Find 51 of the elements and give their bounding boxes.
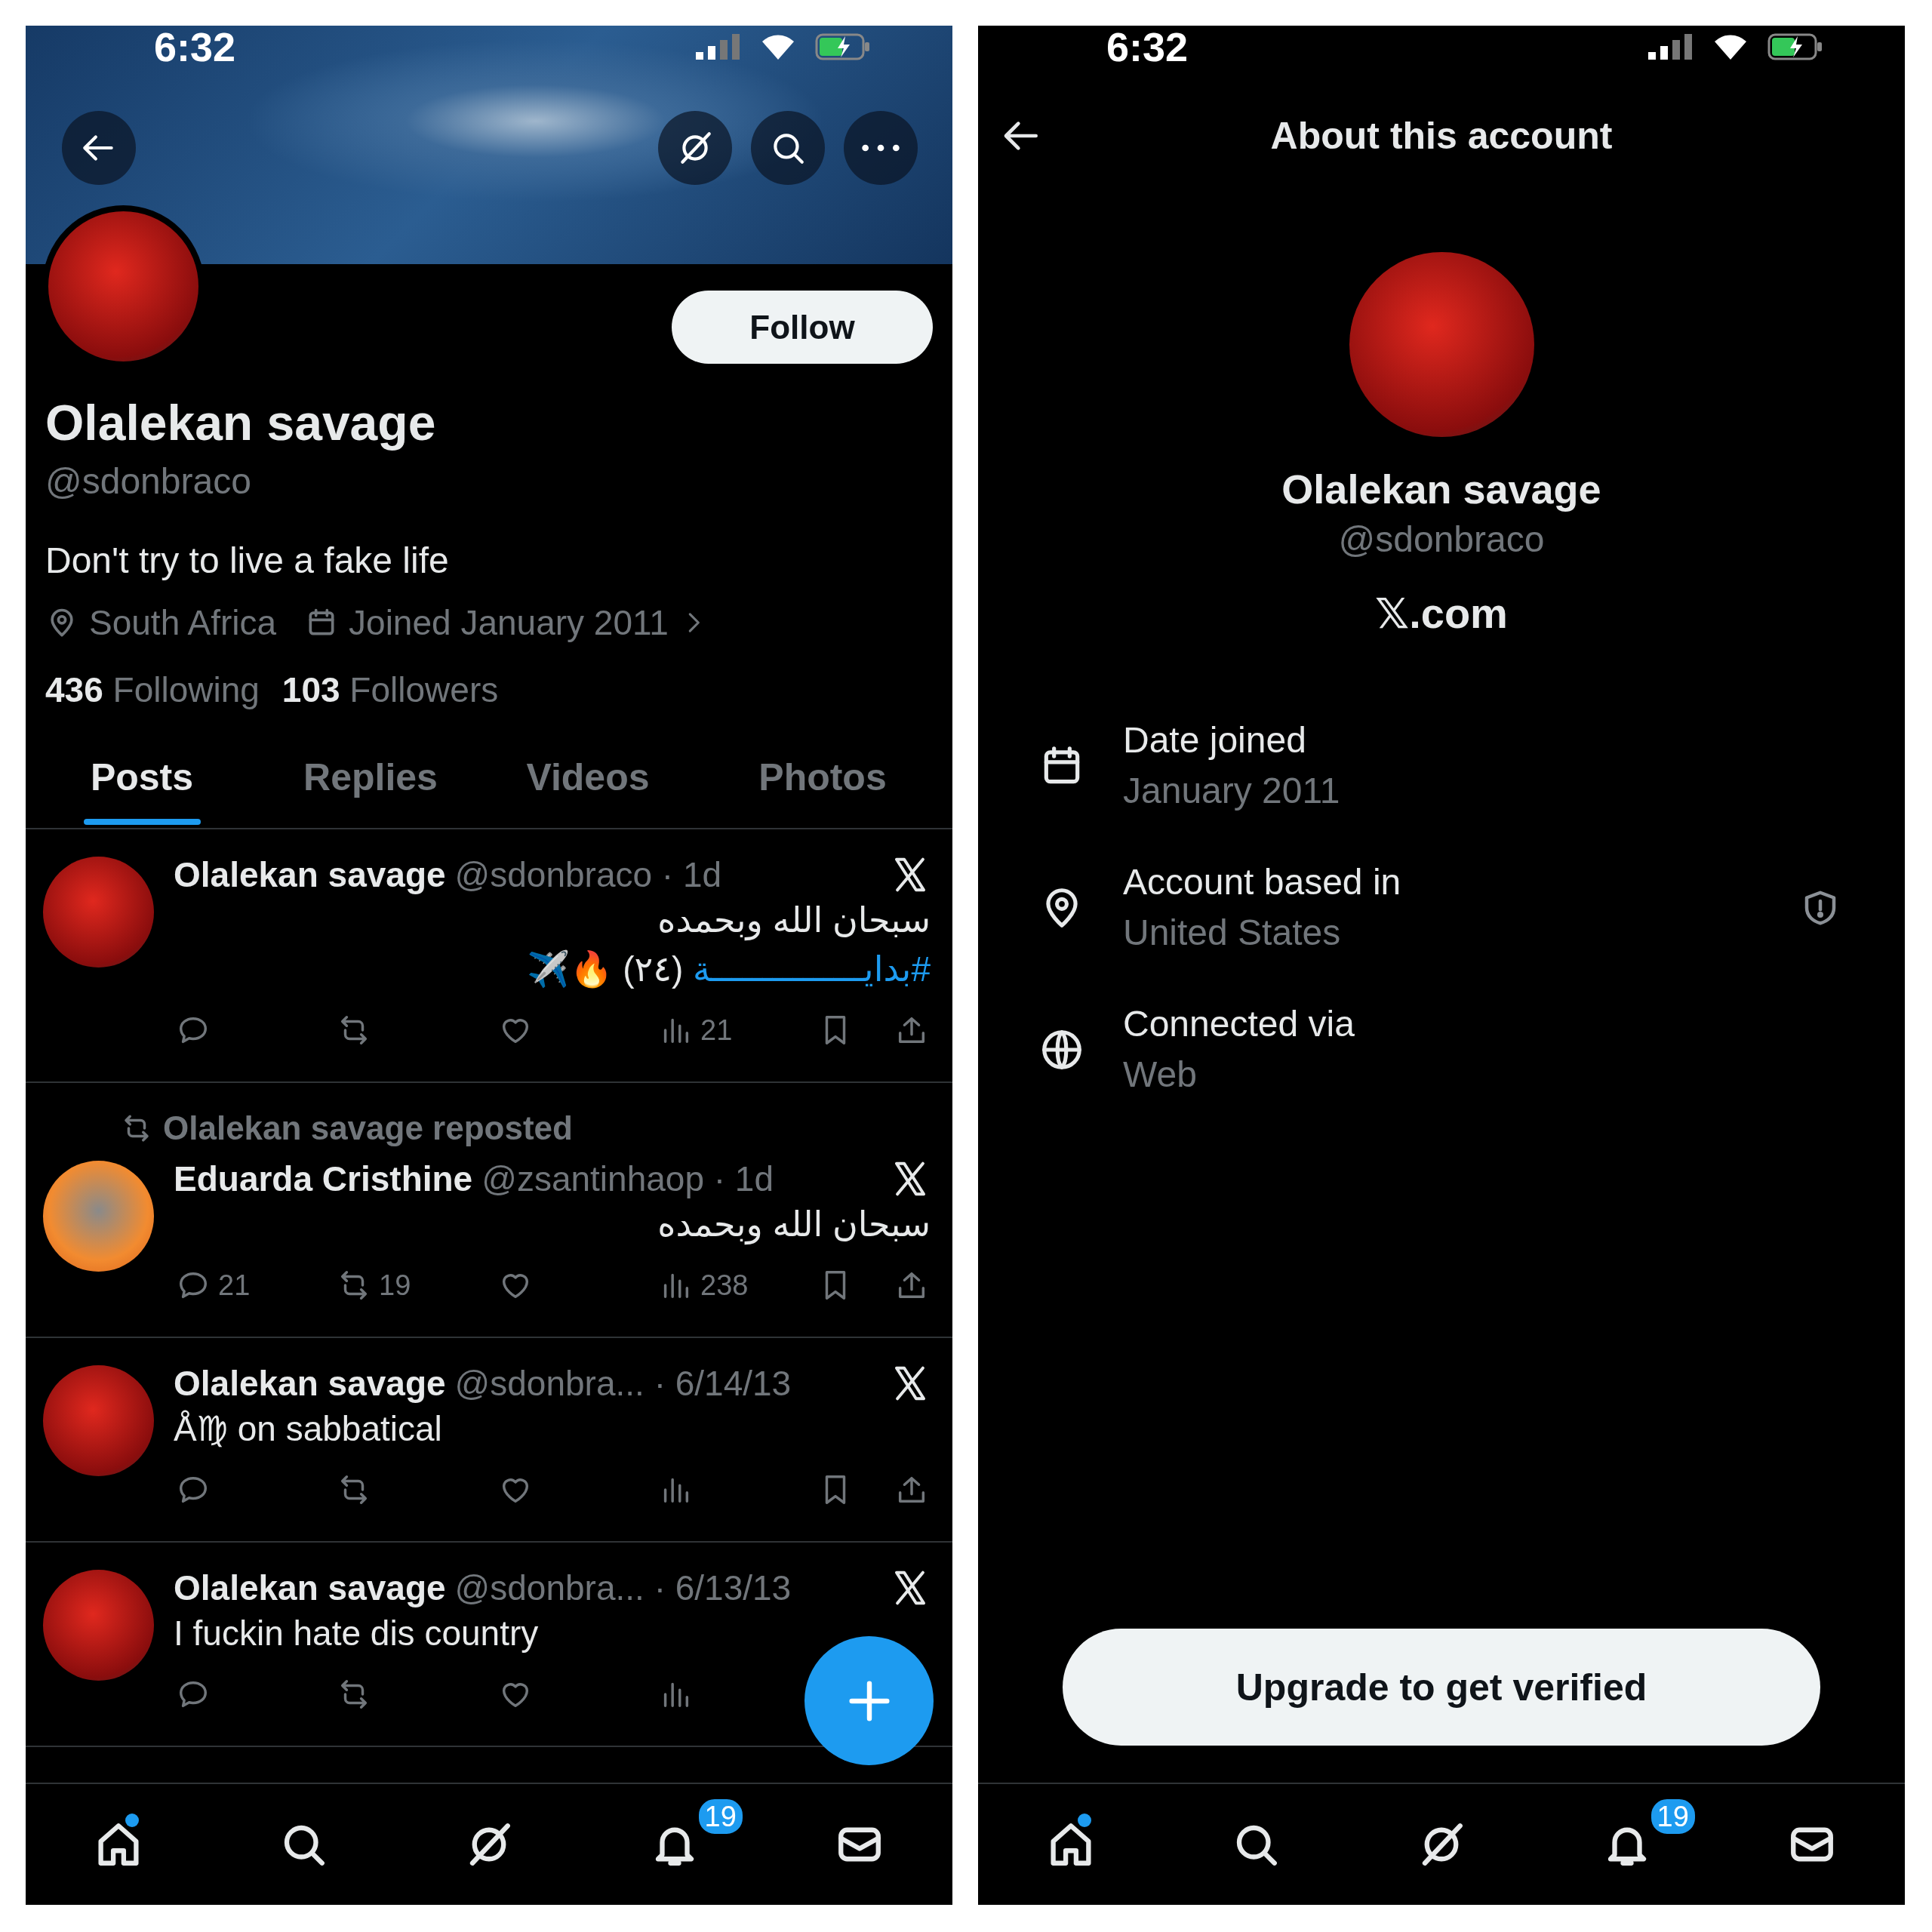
post-text: سبحان الله وبحمده: [657, 900, 931, 943]
post-text: #بدايـــــــــــــــة (٢٤) 🔥✈: [526, 949, 931, 990]
signal-icon: [696, 34, 741, 60]
profile-tab[interactable]: Replies: [258, 736, 483, 828]
profile-name: Olalekan savage: [45, 394, 437, 451]
joined-date: Joined January 2011: [349, 602, 669, 644]
handle-and-time: @zsantinhaop · 1d: [481, 1158, 774, 1199]
account-source: 𝕏.com: [1375, 589, 1508, 638]
account-handle: @sdonbraco: [1338, 518, 1545, 561]
profile-bio: Don't try to live a fake life: [45, 540, 450, 582]
repost-button[interactable]: 19: [337, 1268, 411, 1303]
signal-icon: [1648, 34, 1694, 60]
battery-icon: [1767, 33, 1823, 60]
handle-and-time: @sdonbraco · 1d: [454, 854, 722, 895]
info-label: Connected via: [1123, 1003, 1355, 1045]
profile-tab[interactable]: Photos: [693, 736, 952, 828]
followers-link[interactable]: 103 Followers: [281, 669, 499, 711]
profile-tab[interactable]: Videos: [483, 736, 693, 828]
battery-icon: [815, 33, 871, 60]
author-name: Olalekan savage: [174, 1567, 446, 1608]
info-value: January 2011: [1123, 770, 1341, 812]
author-name: Eduarda Cristhine: [174, 1158, 473, 1199]
views-button[interactable]: 238: [658, 1268, 749, 1303]
info-label: Date joined: [1123, 719, 1307, 761]
page-title: About this account: [1269, 114, 1614, 158]
profile-tab[interactable]: Posts: [26, 736, 258, 828]
status-time: 6:32: [154, 26, 236, 68]
upgrade-button[interactable]: Upgrade to get verified: [1063, 1629, 1820, 1746]
info-label: Account based in: [1123, 861, 1402, 903]
profile-handle: @sdonbraco: [45, 460, 252, 503]
info-value: Web: [1123, 1054, 1198, 1096]
follow-button[interactable]: Follow: [672, 291, 933, 364]
reply-button[interactable]: 21: [176, 1268, 251, 1303]
profile-location: South Africa: [89, 602, 277, 644]
handle-and-time: @sdonbra... · 6/13/13: [454, 1567, 792, 1608]
handle-and-time: @sdonbra... · 6/14/13: [454, 1363, 792, 1404]
following-link[interactable]: 436 Following: [45, 669, 260, 711]
wifi-icon: [761, 34, 795, 60]
hashtag-link[interactable]: #بدايـــــــــــــــة: [693, 949, 931, 989]
repost-note: Olalekan savage reposted: [163, 1109, 573, 1147]
post-text: Å♍ on sabbatical: [174, 1408, 443, 1450]
account-name: Olalekan savage: [1281, 466, 1601, 513]
views-button[interactable]: 21: [658, 1013, 733, 1048]
post-text: I fuckin hate dis country: [174, 1613, 540, 1654]
info-value: United States: [1123, 912, 1342, 954]
post-text: سبحان الله وبحمده: [657, 1204, 931, 1247]
wifi-icon: [1713, 34, 1748, 60]
author-name: Olalekan savage: [174, 854, 446, 895]
status-time: 6:32: [1106, 26, 1189, 68]
more-icon: [862, 144, 900, 152]
author-name: Olalekan savage: [174, 1363, 446, 1404]
